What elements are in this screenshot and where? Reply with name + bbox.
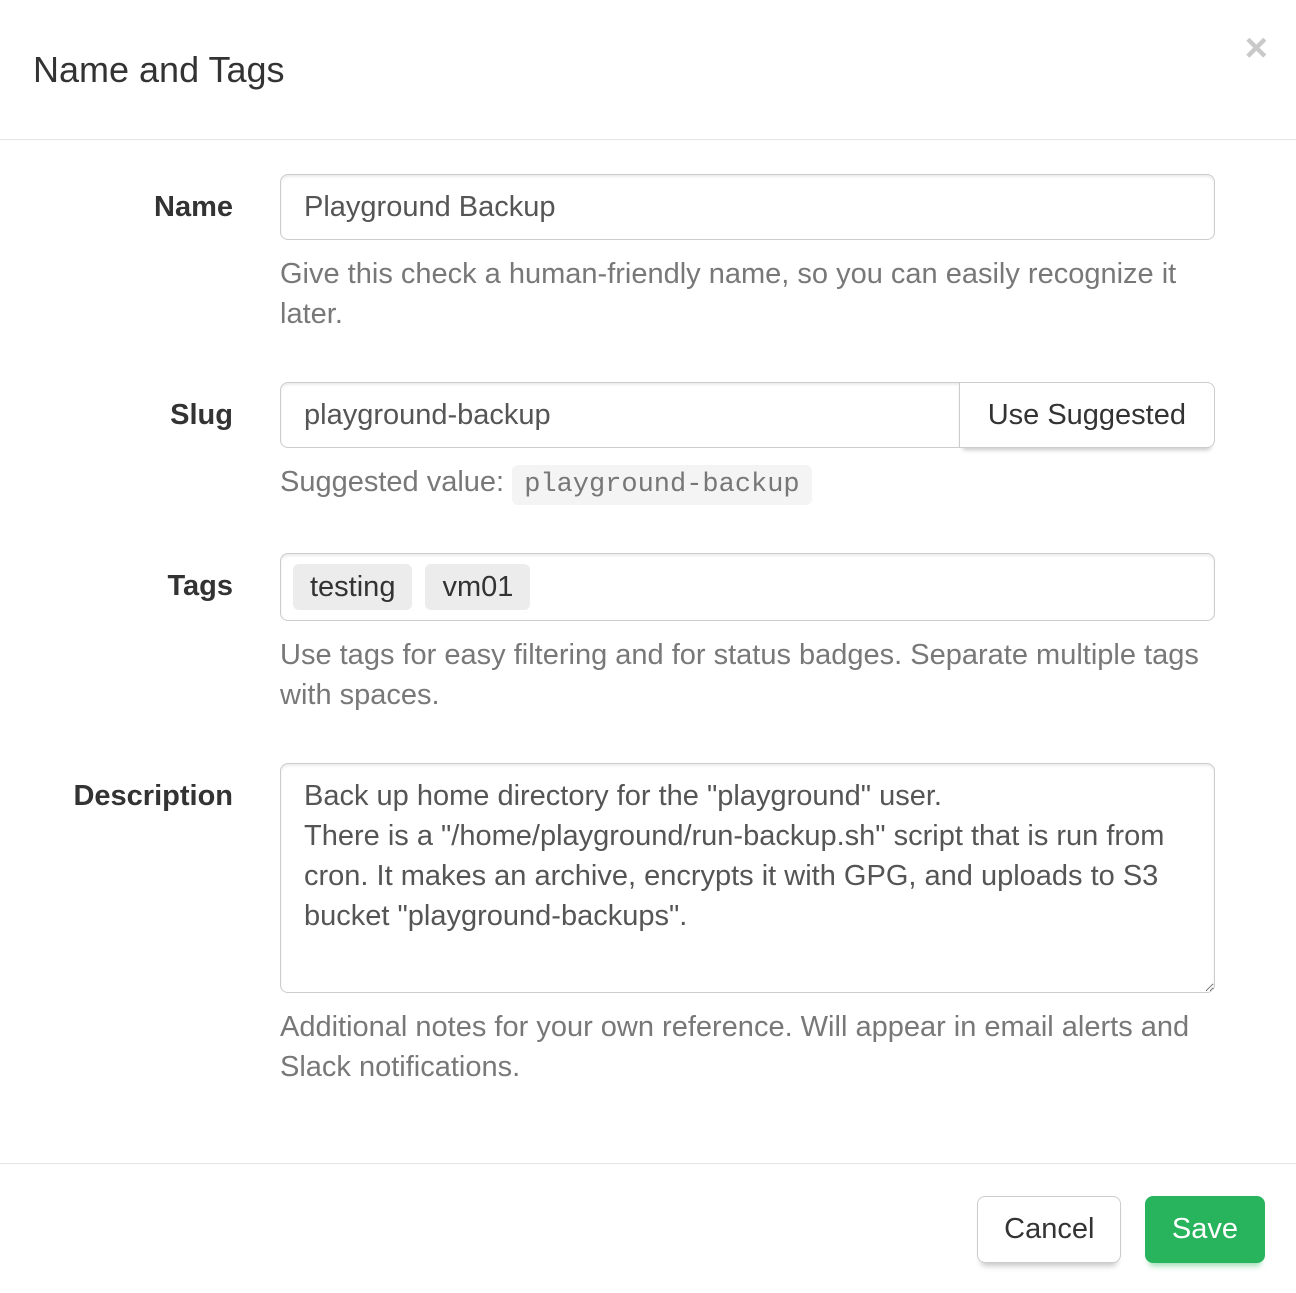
modal-body: Name Give this check a human-friendly na…: [0, 140, 1296, 1163]
tags-label: Tags: [0, 553, 280, 715]
cancel-button[interactable]: Cancel: [977, 1196, 1121, 1263]
name-field-col: Give this check a human-friendly name, s…: [280, 174, 1215, 334]
suggested-slug-value: playground-backup: [512, 465, 811, 505]
name-input[interactable]: [280, 174, 1215, 240]
tag-chip[interactable]: testing: [293, 564, 412, 610]
tags-input[interactable]: testing vm01: [280, 553, 1215, 621]
slug-help-prefix: Suggested value:: [280, 466, 504, 498]
description-field-col: Back up home directory for the "playgrou…: [280, 763, 1215, 1087]
modal-header: Name and Tags ×: [0, 0, 1296, 140]
slug-help-text: Suggested value: playground-backup: [280, 462, 1215, 505]
modal-title: Name and Tags: [33, 49, 285, 91]
slug-field-col: Use Suggested Suggested value: playgroun…: [280, 382, 1215, 505]
description-textarea[interactable]: Back up home directory for the "playgrou…: [280, 763, 1215, 993]
slug-input-group: Use Suggested: [280, 382, 1215, 448]
close-icon[interactable]: ×: [1245, 28, 1268, 68]
tag-chip[interactable]: vm01: [425, 564, 530, 610]
tags-field-col: testing vm01 Use tags for easy filtering…: [280, 553, 1215, 715]
slug-field-row: Slug Use Suggested Suggested value: play…: [0, 382, 1296, 505]
name-label: Name: [0, 174, 280, 334]
name-and-tags-modal: { "modal": { "title": "Name and Tags", "…: [0, 0, 1296, 1293]
description-label: Description: [0, 763, 280, 1087]
modal-footer: Cancel Save: [0, 1163, 1296, 1293]
save-button[interactable]: Save: [1145, 1196, 1265, 1263]
description-help-text: Additional notes for your own reference.…: [280, 1007, 1215, 1087]
tags-help-text: Use tags for easy filtering and for stat…: [280, 635, 1215, 715]
tags-field-row: Tags testing vm01 Use tags for easy filt…: [0, 553, 1296, 715]
name-field-row: Name Give this check a human-friendly na…: [0, 174, 1296, 334]
slug-input[interactable]: [280, 382, 960, 448]
name-help-text: Give this check a human-friendly name, s…: [280, 254, 1215, 334]
description-field-row: Description Back up home directory for t…: [0, 763, 1296, 1087]
use-suggested-button[interactable]: Use Suggested: [959, 382, 1215, 448]
slug-label: Slug: [0, 382, 280, 505]
